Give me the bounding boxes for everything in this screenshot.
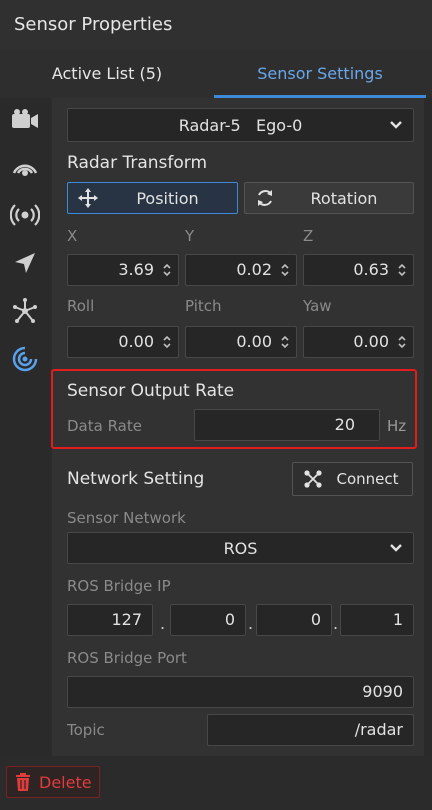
topic-label: Topic (67, 721, 105, 739)
ip-dot: . (248, 614, 254, 633)
sensor-network-select[interactable]: ROS (67, 532, 414, 564)
ip-dot: . (333, 614, 339, 633)
radar-icon[interactable] (8, 198, 42, 232)
pitch-value: 0.00 (236, 332, 272, 351)
sensor-select[interactable]: Radar-5 Ego-0 (67, 108, 414, 142)
ip-octet-4[interactable]: 1 (340, 604, 414, 636)
stepper-icon[interactable] (162, 335, 172, 349)
bridge-port-input[interactable]: 9090 (67, 676, 414, 708)
yaw-field[interactable]: 0.00 (303, 326, 414, 358)
stepper-icon[interactable] (162, 263, 172, 277)
sensor-select-value: Radar-5 Ego-0 (178, 115, 303, 135)
sensor-network-value: ROS (223, 538, 258, 558)
stepper-icon[interactable] (397, 263, 407, 277)
x-field[interactable]: 3.69 (67, 254, 179, 286)
y-value: 0.02 (236, 260, 272, 279)
x-value: 3.69 (118, 260, 154, 279)
stepper-icon[interactable] (397, 335, 407, 349)
topic-input[interactable]: /radar (207, 714, 414, 746)
ip-octet-1[interactable]: 127 (67, 604, 153, 636)
y-label: Y (185, 227, 195, 245)
output-rate-highlight (51, 369, 417, 449)
z-label: Z (303, 227, 314, 245)
pitch-label: Pitch (185, 297, 222, 315)
ultrasonic-icon[interactable] (8, 342, 42, 376)
ip-octet-1-value: 127 (111, 610, 142, 629)
ip-octet-3-value: 0 (310, 610, 321, 629)
stepper-icon[interactable] (280, 263, 290, 277)
imu-icon[interactable] (8, 294, 42, 328)
transform-title: Radar Transform (67, 153, 208, 173)
pitch-field[interactable]: 0.00 (185, 326, 297, 358)
bridge-port-label: ROS Bridge Port (67, 649, 187, 667)
tab-bar: Active List (5) Sensor Settings (0, 50, 432, 98)
sensor-network-label: Sensor Network (67, 509, 186, 527)
tab-sensor-settings[interactable]: Sensor Settings (214, 50, 426, 98)
move-icon (68, 188, 108, 208)
topic-value: /radar (354, 720, 403, 739)
trash-icon (16, 773, 30, 791)
y-field[interactable]: 0.02 (185, 254, 297, 286)
connect-icon (293, 469, 333, 489)
panel-footer: Delete (0, 756, 432, 810)
rotation-button[interactable]: Rotation (244, 182, 414, 214)
chevron-down-icon (390, 544, 402, 552)
roll-value: 0.00 (118, 332, 154, 351)
z-field[interactable]: 0.63 (303, 254, 414, 286)
tab-active-list[interactable]: Active List (5) (0, 50, 214, 98)
position-label: Position (136, 188, 199, 208)
bridge-ip-label: ROS Bridge IP (67, 577, 171, 595)
yaw-value: 0.00 (353, 332, 389, 351)
network-title: Network Setting (67, 469, 205, 489)
bridge-port-value: 9090 (362, 682, 403, 701)
ip-octet-4-value: 1 (392, 610, 403, 629)
z-value: 0.63 (353, 260, 389, 279)
position-button[interactable]: Position (67, 182, 238, 214)
roll-label: Roll (67, 297, 95, 315)
roll-field[interactable]: 0.00 (67, 326, 179, 358)
yaw-label: Yaw (303, 297, 332, 315)
camera-icon[interactable] (8, 102, 42, 136)
panel-header: Sensor Properties (0, 0, 432, 50)
ip-octet-3[interactable]: 0 (256, 604, 332, 636)
rotation-label: Rotation (310, 188, 378, 208)
delete-button[interactable]: Delete (6, 766, 100, 798)
sensor-type-sidebar (0, 98, 50, 756)
lidar-icon[interactable] (8, 150, 42, 184)
panel-title: Sensor Properties (14, 14, 173, 35)
delete-label: Delete (39, 772, 92, 792)
chevron-down-icon (390, 121, 402, 129)
stepper-icon[interactable] (280, 335, 290, 349)
gps-icon[interactable] (8, 246, 42, 280)
x-label: X (67, 227, 78, 245)
connect-label: Connect (336, 470, 399, 488)
rotate-icon (245, 188, 285, 208)
ip-dot: . (160, 614, 166, 633)
ip-octet-2[interactable]: 0 (170, 604, 246, 636)
connect-button[interactable]: Connect (292, 462, 413, 496)
scrollbar[interactable] (424, 98, 432, 756)
ip-octet-2-value: 0 (224, 610, 235, 629)
